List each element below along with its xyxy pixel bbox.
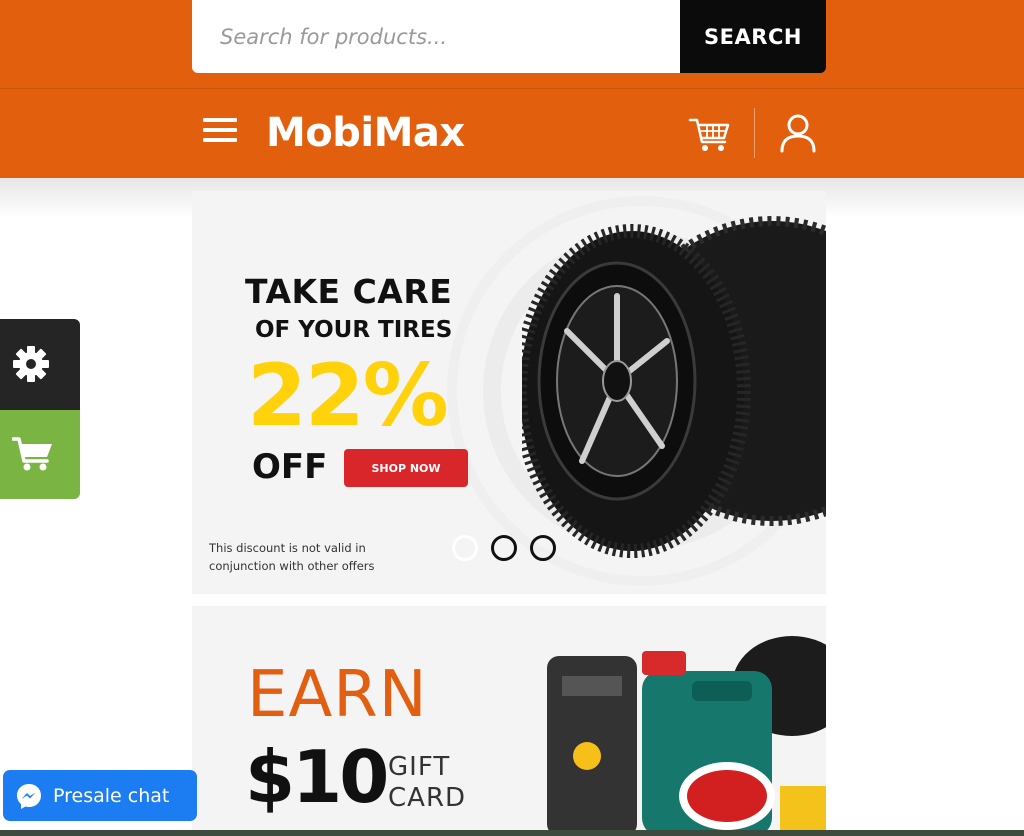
slider-dot-3[interactable] — [530, 535, 556, 561]
slider-dot-2[interactable] — [491, 535, 517, 561]
discount-off-label: OFF — [252, 447, 328, 487]
user-icon[interactable] — [778, 113, 818, 153]
chat-label: Presale chat — [53, 784, 170, 807]
slider-dot-1[interactable] — [452, 535, 478, 561]
banner-subheadline: OF YOUR TIRES — [255, 317, 453, 343]
gear-icon — [13, 346, 49, 382]
promo-banner-tires[interactable]: TAKE CARE OF YOUR TIRES 22% OFF SHOP NOW… — [192, 191, 826, 594]
promo-banner-gift-card[interactable]: EARN $10 GIFT CARD — [192, 606, 826, 836]
gift-line-2: CARD — [388, 783, 467, 813]
nav-divider — [754, 108, 755, 158]
side-cart-button[interactable] — [0, 410, 80, 499]
nav-bar — [0, 88, 1024, 178]
site-logo[interactable]: MobiMax — [266, 110, 465, 156]
search-button[interactable]: SEARCH — [680, 0, 826, 73]
bottom-edge — [0, 830, 1024, 836]
search-bar: SEARCH — [192, 0, 826, 73]
search-input[interactable] — [192, 0, 680, 73]
side-cart-icon — [12, 437, 52, 471]
oil-jugs-image — [547, 636, 826, 836]
shop-now-button[interactable]: SHOP NOW — [344, 449, 468, 487]
gift-amount: $10 — [245, 735, 389, 819]
cart-icon[interactable] — [688, 114, 732, 154]
gift-card-label: GIFT CARD — [388, 752, 466, 814]
discount-percent: 22% — [247, 346, 449, 446]
presale-chat-button[interactable]: Presale chat — [3, 770, 197, 821]
settings-widget-button[interactable] — [0, 319, 80, 410]
gift-line-1: GIFT — [388, 752, 451, 782]
discount-disclaimer: This discount is not valid in conjunctio… — [209, 541, 375, 573]
slider-dots — [452, 535, 556, 561]
banner-headline: TAKE CARE — [245, 272, 453, 311]
messenger-icon — [17, 783, 41, 809]
earn-label: EARN — [247, 658, 428, 732]
tires-image — [522, 216, 826, 558]
menu-icon[interactable] — [203, 118, 239, 148]
